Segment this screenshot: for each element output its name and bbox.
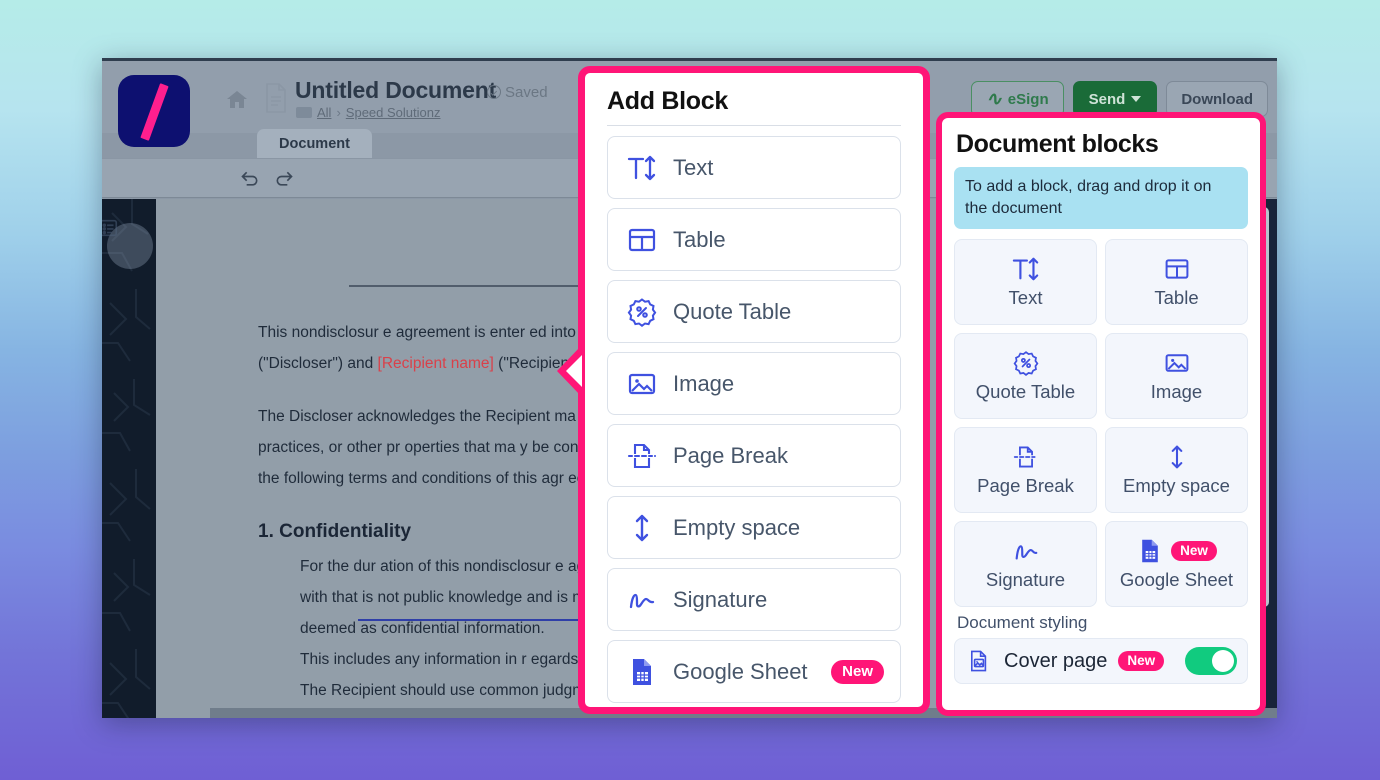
- add-block-item-label: Image: [673, 370, 735, 396]
- arrows-vertical-icon: [1163, 443, 1191, 471]
- folder-icon: [296, 107, 312, 118]
- undo-icon[interactable]: [240, 169, 260, 189]
- add-block-item-page-break[interactable]: Page Break: [607, 424, 901, 487]
- saved-status: Saved: [487, 83, 548, 101]
- quote-percent-icon: [627, 297, 657, 327]
- image-icon: [1163, 349, 1191, 377]
- check-circle-icon: [487, 85, 501, 99]
- left-rail: [102, 199, 156, 718]
- cover-page-toggle[interactable]: [1185, 647, 1237, 675]
- doc-block-quote-table[interactable]: Quote Table: [954, 333, 1097, 419]
- page-break-icon: [1012, 443, 1040, 471]
- doc-block-label: Table: [1154, 287, 1199, 308]
- doc-block-label: Google Sheet: [1119, 569, 1234, 590]
- doc-block-label: Text: [1008, 287, 1043, 308]
- cover-page-row[interactable]: Cover page New: [954, 638, 1248, 684]
- signature-icon: [1012, 537, 1040, 565]
- home-icon[interactable]: [224, 88, 250, 112]
- toggle-knob: [1212, 650, 1234, 672]
- doc-block-page-break[interactable]: Page Break: [954, 427, 1097, 513]
- doc-block-image[interactable]: Image: [1105, 333, 1248, 419]
- add-block-item-image[interactable]: Image: [607, 352, 901, 415]
- add-block-item-table[interactable]: Table: [607, 208, 901, 271]
- add-block-item-google-sheet[interactable]: Google Sheet New: [607, 640, 901, 703]
- doc-block-label: Empty space: [1123, 475, 1230, 496]
- new-badge: New: [831, 659, 884, 684]
- cover-page-icon: [965, 647, 993, 675]
- document-blocks-panel: Document blocks To add a block, drag and…: [936, 112, 1266, 716]
- breadcrumb-separator: ›: [336, 105, 341, 120]
- add-block-item-label: Table: [673, 226, 726, 252]
- add-block-item-text[interactable]: Text: [607, 136, 901, 199]
- new-badge: New: [1171, 541, 1217, 561]
- para2-line-3: the following terms and conditions of th…: [258, 470, 625, 487]
- signature-icon: ∿: [985, 88, 1002, 110]
- google-sheet-icon: [627, 657, 657, 687]
- tab-document-label: Document: [279, 135, 350, 152]
- image-icon: [627, 369, 657, 399]
- add-block-popover: Add Block Text Table Quote Table Image P…: [557, 66, 930, 714]
- breadcrumb: All › Speed Solutionz: [296, 105, 440, 120]
- doc-block-label: Quote Table: [975, 381, 1076, 402]
- doc-block-empty-space[interactable]: Empty space: [1105, 427, 1248, 513]
- document-styling-label: Document styling: [957, 613, 1088, 632]
- add-block-item-signature[interactable]: Signature: [607, 568, 901, 631]
- arrows-vertical-icon: [627, 513, 657, 543]
- document-file-icon: [264, 83, 288, 113]
- doc-block-text[interactable]: Text: [954, 239, 1097, 325]
- chevron-down-icon: [1131, 96, 1142, 102]
- outline-panel-toggle[interactable]: [102, 219, 153, 269]
- text-height-icon: [1012, 255, 1040, 283]
- doc-block-label: Page Break: [977, 475, 1074, 496]
- esign-label: eSign: [1007, 90, 1049, 108]
- text-height-icon: [627, 153, 657, 183]
- table-icon: [627, 225, 657, 255]
- doc-block-google-sheet[interactable]: New Google Sheet: [1105, 521, 1248, 607]
- cover-page-label: Cover page: [1004, 649, 1108, 672]
- add-block-item-quote-table[interactable]: Quote Table: [607, 280, 901, 343]
- doc-block-label: Image: [1150, 381, 1203, 402]
- document-blocks-hint: To add a block, drag and drop it on the …: [954, 167, 1248, 229]
- add-block-item-label: Page Break: [673, 442, 788, 468]
- add-block-item-label: Quote Table: [673, 298, 792, 324]
- breadcrumb-current[interactable]: Speed Solutionz: [346, 105, 441, 120]
- quote-percent-icon: [1012, 349, 1040, 377]
- download-label: Download: [1181, 90, 1253, 108]
- para1-text-b: ("Discloser") and: [258, 355, 378, 372]
- signature-icon: [627, 585, 657, 615]
- google-sheet-icon: [1136, 537, 1164, 565]
- para1-field-recipient-name: [Recipient name]: [377, 355, 494, 372]
- google-sheet-icon-row: New: [1136, 537, 1217, 565]
- add-block-item-label: Empty space: [673, 514, 801, 540]
- doc-block-signature[interactable]: Signature: [954, 521, 1097, 607]
- redo-icon[interactable]: [274, 169, 294, 189]
- send-label: Send: [1088, 90, 1126, 108]
- add-block-item-label: Google Sheet: [673, 658, 808, 684]
- para1-text-a: This nondisclosur e agreement is enter e…: [258, 324, 602, 341]
- doc-block-table[interactable]: Table: [1105, 239, 1248, 325]
- saved-label: Saved: [505, 84, 548, 101]
- breadcrumb-root[interactable]: All: [317, 105, 331, 120]
- table-icon: [1163, 255, 1191, 283]
- add-block-item-label: Signature: [673, 586, 768, 612]
- document-blocks-grid: Text Table Quote Table Image Page Break …: [954, 239, 1248, 607]
- popover-pointer: [557, 346, 582, 396]
- doc-block-label: Signature: [985, 569, 1066, 590]
- tab-document[interactable]: Document: [257, 129, 372, 158]
- add-block-item-label: Text: [673, 154, 714, 180]
- new-badge: New: [1118, 651, 1165, 671]
- page-break-icon: [627, 441, 657, 471]
- page-title: Untitled Document: [295, 77, 497, 103]
- document-blocks-title: Document blocks: [956, 130, 1159, 158]
- add-block-title: Add Block: [607, 87, 901, 126]
- add-block-item-empty-space[interactable]: Empty space: [607, 496, 901, 559]
